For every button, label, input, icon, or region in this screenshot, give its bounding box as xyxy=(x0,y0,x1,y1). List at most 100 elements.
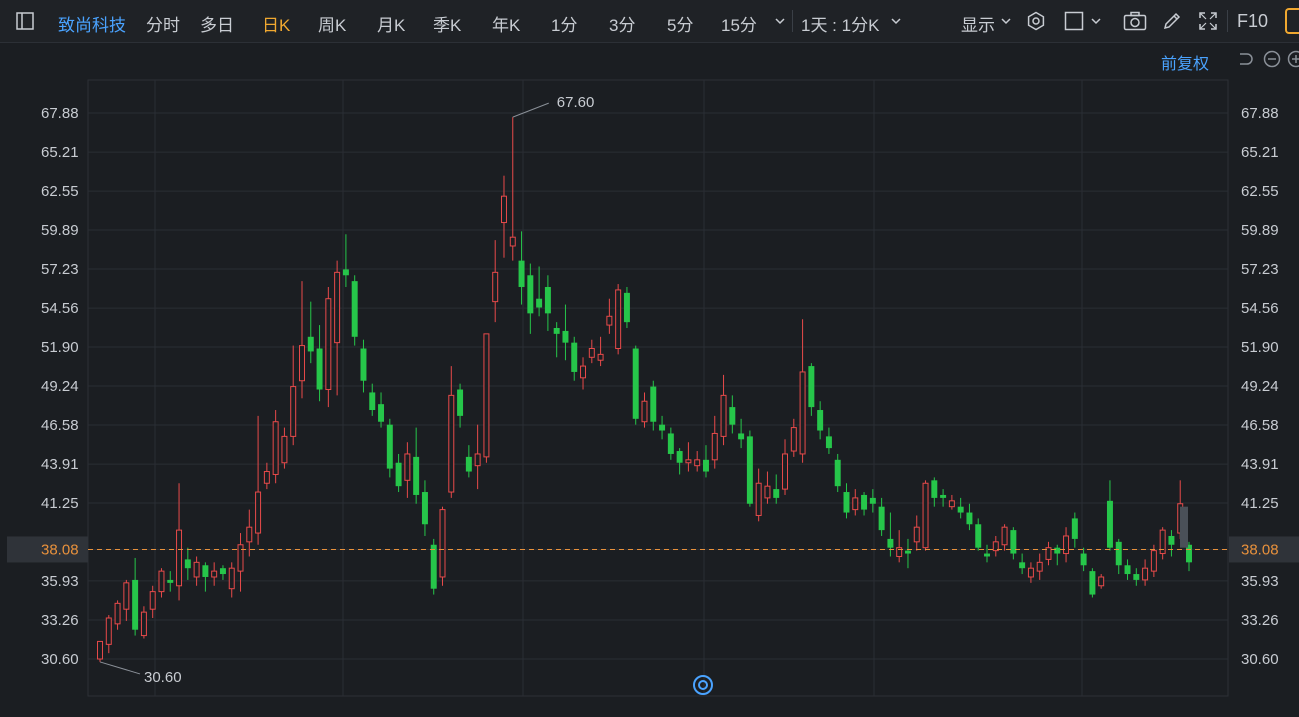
candle-body[interactable] xyxy=(1168,536,1174,545)
candle-body[interactable] xyxy=(1125,565,1131,574)
tab-1min[interactable]: 1分 xyxy=(551,11,577,36)
candle-body[interactable] xyxy=(554,328,560,334)
candle-body[interactable] xyxy=(1002,527,1007,545)
candle-body[interactable] xyxy=(360,349,366,381)
camera-icon[interactable] xyxy=(1123,11,1147,31)
candle-body[interactable] xyxy=(431,545,437,589)
candle-body[interactable] xyxy=(545,287,551,313)
candle-body[interactable] xyxy=(703,460,709,472)
candle-body[interactable] xyxy=(440,510,445,577)
candle-body[interactable] xyxy=(729,407,735,425)
candle-body[interactable] xyxy=(650,387,656,422)
undo-icon[interactable] xyxy=(1236,50,1254,68)
candle-body[interactable] xyxy=(326,299,331,390)
candle-body[interactable] xyxy=(808,366,814,407)
candle-body[interactable] xyxy=(571,343,577,372)
candle-body[interactable] xyxy=(616,290,621,349)
candle-body[interactable] xyxy=(291,387,296,437)
candle-body[interactable] xyxy=(800,372,805,454)
zoom-in-icon[interactable] xyxy=(1287,50,1299,68)
candle-body[interactable] xyxy=(256,492,261,533)
candle-body[interactable] xyxy=(378,404,384,422)
candle-body[interactable] xyxy=(721,395,726,436)
candle-body[interactable] xyxy=(887,539,893,548)
candle-body[interactable] xyxy=(422,492,428,524)
period-select[interactable]: 1天 : 1分K xyxy=(801,11,879,36)
candle-body[interactable] xyxy=(1019,562,1025,568)
tab-15min[interactable]: 15分 xyxy=(721,11,757,36)
chevron-down-icon[interactable] xyxy=(774,15,786,27)
candlestick-chart[interactable]: 67.8867.8865.2165.2162.5562.5559.8959.89… xyxy=(0,0,1299,712)
chevron-down-icon[interactable] xyxy=(1000,15,1012,27)
candle-body[interactable] xyxy=(870,498,876,504)
candle-body[interactable] xyxy=(273,422,278,475)
candle-body[interactable] xyxy=(966,513,972,525)
chevron-down-icon[interactable] xyxy=(890,15,902,27)
side-panel-tab[interactable] xyxy=(1285,8,1299,34)
candle-body[interactable] xyxy=(335,272,340,342)
candle-body[interactable] xyxy=(177,530,182,586)
candle-body[interactable] xyxy=(695,460,700,466)
stock-name[interactable]: 致尚科技 xyxy=(58,11,126,36)
candle-body[interactable] xyxy=(457,390,463,416)
candle-body[interactable] xyxy=(931,480,937,498)
candle-body[interactable] xyxy=(282,436,287,462)
candle-body[interactable] xyxy=(238,545,243,571)
fullscreen-icon[interactable] xyxy=(1198,11,1218,31)
candle-body[interactable] xyxy=(264,472,269,484)
candle-body[interactable] xyxy=(141,612,146,635)
tab-week-k[interactable]: 周K xyxy=(318,11,346,36)
candle-body[interactable] xyxy=(202,565,208,577)
candle-body[interactable] xyxy=(1099,577,1104,586)
sidebar-toggle-icon[interactable] xyxy=(16,12,34,30)
candle-body[interactable] xyxy=(738,433,744,439)
candle-body[interactable] xyxy=(1010,530,1016,553)
candle-body[interactable] xyxy=(1089,571,1095,594)
candle-body[interactable] xyxy=(98,641,103,659)
candle-body[interactable] xyxy=(835,460,841,486)
tab-3min[interactable]: 3分 xyxy=(609,11,635,36)
candle-body[interactable] xyxy=(765,486,770,498)
gear-icon[interactable] xyxy=(1026,11,1046,31)
zoom-out-icon[interactable] xyxy=(1263,50,1281,68)
candle-body[interactable] xyxy=(624,293,630,322)
candle-body[interactable] xyxy=(413,457,419,495)
candle-body[interactable] xyxy=(510,237,515,246)
candle-body[interactable] xyxy=(826,436,832,448)
candle-body[interactable] xyxy=(159,571,164,592)
candle-body[interactable] xyxy=(1037,562,1042,571)
candle-body[interactable] xyxy=(396,463,402,486)
candle-body[interactable] xyxy=(352,281,358,337)
candle-body[interactable] xyxy=(879,507,885,530)
candle-body[interactable] xyxy=(475,454,480,466)
candle-body[interactable] xyxy=(1028,568,1033,577)
candle-body[interactable] xyxy=(317,349,323,390)
candle-body[interactable] xyxy=(1133,574,1139,580)
candle-body[interactable] xyxy=(756,483,761,515)
candle-body[interactable] xyxy=(405,454,410,480)
candle-body[interactable] xyxy=(844,492,850,513)
candle-body[interactable] xyxy=(817,410,823,431)
square-icon[interactable] xyxy=(1064,11,1084,31)
candle-body[interactable] xyxy=(493,272,498,301)
candle-body[interactable] xyxy=(783,454,788,489)
candle-body[interactable] xyxy=(1107,501,1113,548)
tab-quarter-k[interactable]: 季K xyxy=(433,11,461,36)
candle-body[interactable] xyxy=(1072,518,1078,539)
candle-body[interactable] xyxy=(387,425,393,469)
candle-body[interactable] xyxy=(923,483,928,547)
candle-body[interactable] xyxy=(369,392,375,410)
candle-body[interactable] xyxy=(677,451,683,463)
candle-body[interactable] xyxy=(659,425,665,431)
tab-duori[interactable]: 多日 xyxy=(200,11,234,36)
candle-body[interactable] xyxy=(132,580,138,630)
tab-5min[interactable]: 5分 xyxy=(667,11,693,36)
candle-body[interactable] xyxy=(194,562,199,577)
candle-body[interactable] xyxy=(975,524,981,547)
pencil-icon[interactable] xyxy=(1162,11,1182,31)
display-menu[interactable]: 显示 xyxy=(961,11,995,36)
candle-body[interactable] xyxy=(773,489,779,498)
candle-body[interactable] xyxy=(484,334,489,457)
target-icon[interactable] xyxy=(692,674,714,696)
candle-body[interactable] xyxy=(1081,554,1087,566)
